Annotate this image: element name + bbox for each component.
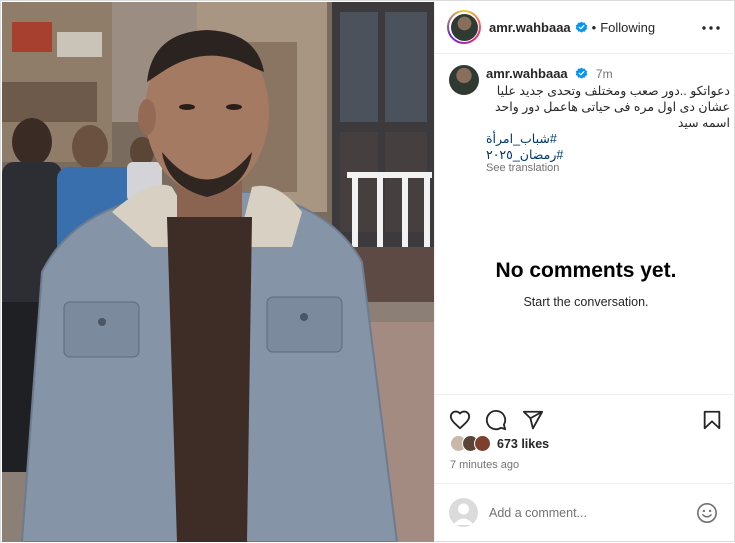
see-translation-link[interactable]: See translation [486, 162, 559, 174]
caption-text: دعواتكو ..دور صعب ومختلف وتحدى جديد عليا… [494, 84, 730, 130]
comment-composer [435, 483, 735, 543]
likes-row[interactable]: 673 likes [450, 435, 549, 452]
liker-avatar [474, 435, 491, 452]
post-time-ago[interactable]: 7 minutes ago [450, 459, 519, 471]
caption-timestamp[interactable]: 7m [596, 67, 613, 81]
following-button[interactable]: Following [600, 20, 655, 35]
caption-hashtags: #شباب_امرأة #رمضان_٢٠٢٥ [486, 131, 566, 163]
author-avatar[interactable] [450, 13, 478, 41]
empty-comments: No comments yet. Start the conversation. [435, 259, 735, 309]
author-avatar-ring[interactable] [447, 10, 481, 44]
emoji-icon[interactable] [696, 502, 718, 524]
likes-count[interactable]: 673 likes [497, 437, 549, 451]
verified-badge-icon [576, 67, 588, 79]
comment-icon[interactable] [485, 409, 507, 431]
hashtag-link[interactable]: #شباب_امرأة [486, 131, 566, 147]
empty-comments-title: No comments yet. [495, 259, 677, 282]
post-side-panel: amr.wahbaaa • Following amr.wahbaaa 7m د… [434, 1, 735, 543]
post-photo[interactable] [2, 2, 434, 542]
post-modal: amr.wahbaaa • Following amr.wahbaaa 7m د… [0, 0, 735, 543]
verified-badge-icon [575, 21, 587, 33]
author-username[interactable]: amr.wahbaaa [489, 20, 571, 35]
action-bar [435, 394, 735, 431]
bookmark-icon[interactable] [701, 409, 723, 431]
post-header: amr.wahbaaa • Following [435, 1, 735, 54]
more-options-icon[interactable] [701, 18, 721, 38]
comment-input[interactable] [489, 503, 689, 523]
share-icon[interactable] [522, 409, 544, 431]
heart-icon[interactable] [449, 409, 471, 431]
caption-avatar[interactable] [449, 65, 479, 95]
caption-username[interactable]: amr.wahbaaa [486, 66, 568, 81]
current-user-avatar [449, 498, 478, 527]
hashtag-link[interactable]: #رمضان_٢٠٢٥ [486, 147, 566, 163]
post-photo-illustration [2, 2, 434, 542]
caption-header: amr.wahbaaa 7m [486, 66, 613, 81]
header-separator: • [591, 19, 597, 35]
empty-comments-subtitle: Start the conversation. [523, 295, 649, 309]
